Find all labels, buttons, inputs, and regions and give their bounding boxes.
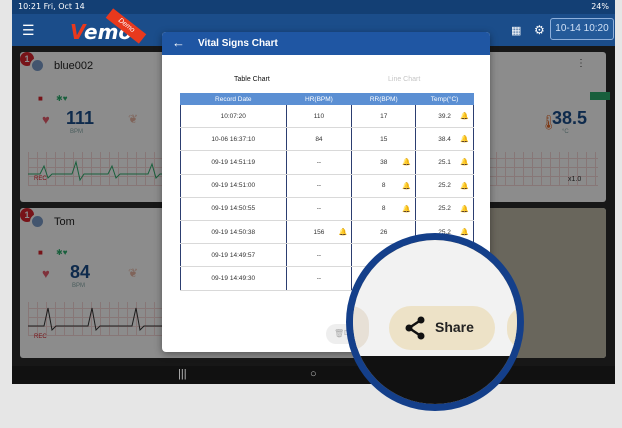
table-cell: 09-19 14:51:19 xyxy=(180,150,287,175)
cell-value: 09-19 14:49:30 xyxy=(211,274,256,282)
cell-value: 09-19 14:49:57 xyxy=(211,251,256,259)
table-cell: -- xyxy=(285,197,353,221)
share-label: Share xyxy=(435,319,474,335)
table-cell: 09-19 14:50:55 xyxy=(180,197,287,221)
table-cell: 156 🔔 xyxy=(285,220,353,245)
screenshot-canvas: 10:21 Fri, Oct 14 24% ☰ Vemo Demo ▦ ⚙ 10… xyxy=(0,0,622,428)
cell-value: 09-19 14:51:19 xyxy=(211,158,256,166)
datetime-badge: 10-14 10:20 xyxy=(550,18,614,40)
cell-value: -- xyxy=(316,251,322,259)
table-cell: -- xyxy=(285,266,353,291)
magnified-delete-button xyxy=(353,306,369,350)
status-battery: 24% xyxy=(591,2,609,11)
magnified-area: Share xyxy=(353,240,517,404)
column-header: RR(BPM) xyxy=(351,93,417,105)
table-cell: 09-19 14:50:38 xyxy=(180,220,287,245)
dialog-title: Vital Signs Chart xyxy=(198,38,278,49)
alarm-bell-icon: 🔔 xyxy=(402,182,412,190)
table-cell: 8 🔔 xyxy=(351,197,417,221)
cell-value: 26 xyxy=(380,228,388,236)
cell-value: 156 xyxy=(313,228,325,236)
table-cell: 09-19 14:51:00 xyxy=(180,174,287,198)
table-cell: 25.2 🔔 xyxy=(415,174,474,198)
cell-value: 09-19 14:50:38 xyxy=(211,228,256,236)
alarm-bell-icon: 🔔 xyxy=(460,205,469,213)
cell-value: -- xyxy=(316,274,322,282)
back-arrow-icon[interactable]: ← xyxy=(172,35,185,50)
table-cell: 38.4 🔔 xyxy=(415,127,474,152)
cell-value: 25.1 xyxy=(438,158,451,166)
table-row: 09-19 14:50:55 -- 8 🔔 25.2 🔔 xyxy=(180,197,474,221)
cell-value: -- xyxy=(316,182,322,190)
cell-value: 25.2 xyxy=(438,182,451,190)
table-cell: 8 🔔 xyxy=(351,174,417,198)
alarm-bell-icon: 🔔 xyxy=(460,182,469,190)
cell-value: 25.2 xyxy=(438,205,451,213)
column-header: Temp(°C) xyxy=(415,93,474,105)
table-cell: -- xyxy=(285,243,353,268)
table-row: 09-19 14:51:19 -- 38 🔔 25.1 🔔 xyxy=(180,150,474,175)
cell-value: 8 xyxy=(381,205,386,213)
share-icon xyxy=(405,316,425,340)
alarm-bell-icon: 🔔 xyxy=(460,159,469,167)
share-button[interactable]: Share xyxy=(389,306,495,350)
table-cell: 25.1 🔔 xyxy=(415,150,474,175)
cell-value: 10-06 16:37:10 xyxy=(211,135,256,143)
status-bar: 10:21 Fri, Oct 14 24% xyxy=(12,0,615,14)
table-header-row: Record Date HR(BPM) RR(BPM) Temp(°C) xyxy=(180,93,474,105)
table-cell: -- xyxy=(285,150,353,175)
home-icon[interactable]: ○ xyxy=(310,368,317,380)
table-cell: 39.2 🔔 xyxy=(415,104,474,129)
table-row: 09-19 14:51:00 -- 8 🔔 25.2 🔔 xyxy=(180,174,474,198)
table-cell: 10:07:20 xyxy=(180,104,287,129)
tablet-screen: 10:21 Fri, Oct 14 24% ☰ Vemo Demo ▦ ⚙ 10… xyxy=(12,0,615,384)
table-cell: 15 xyxy=(351,127,417,152)
table-cell: 25.2 🔔 xyxy=(415,197,474,221)
table-cell: 38 🔔 xyxy=(351,150,417,175)
alarm-bell-icon: 🔔 xyxy=(460,113,469,120)
cell-value: 110 xyxy=(313,112,325,120)
alarm-bell-icon: 🔔 xyxy=(338,228,348,236)
trash-icon: 🗑 xyxy=(334,329,345,338)
cell-value: 10:07:20 xyxy=(220,112,246,120)
cell-value: 17 xyxy=(380,112,388,120)
alarm-bell-icon: 🔔 xyxy=(402,159,412,167)
gear-icon[interactable]: ⚙ xyxy=(534,23,545,37)
cell-value: 84 xyxy=(315,135,323,143)
recent-apps-icon[interactable]: ||| xyxy=(178,368,187,380)
cell-value: 39.2 xyxy=(438,112,451,120)
table-row: 10:07:20 110 17 39.2 🔔 xyxy=(180,104,474,129)
dialog-header: ← Vital Signs Chart xyxy=(162,32,490,55)
alarm-bell-icon: 🔔 xyxy=(460,228,469,236)
cell-value: 38.4 xyxy=(438,135,451,143)
tab-line-chart[interactable]: Line Chart xyxy=(388,76,420,83)
status-time: 10:21 Fri, Oct 14 xyxy=(18,2,85,11)
cell-value: 15 xyxy=(380,135,388,143)
table-cell: -- xyxy=(285,174,353,198)
tab-table-chart[interactable]: Table Chart xyxy=(234,76,270,83)
cell-value: -- xyxy=(316,158,322,166)
menu-icon[interactable]: ☰ xyxy=(22,23,35,37)
cell-value: 8 xyxy=(381,182,386,190)
table-cell: 10-06 16:37:10 xyxy=(180,127,287,152)
table-row: 10-06 16:37:10 84 15 38.4 🔔 xyxy=(180,127,474,152)
magnifier-callout: Share xyxy=(346,233,524,411)
grid-view-icon[interactable]: ▦ xyxy=(511,24,521,37)
cell-value: 38 xyxy=(380,158,388,166)
cell-value: -- xyxy=(316,205,322,213)
cell-value: 09-19 14:50:55 xyxy=(211,205,256,213)
table-cell: 84 xyxy=(285,127,353,152)
alarm-bell-icon: 🔔 xyxy=(460,136,469,144)
android-nav-bar: ||| ○ xyxy=(12,366,615,384)
cell-value: 09-19 14:51:00 xyxy=(211,182,256,190)
magnified-dark-region xyxy=(353,356,517,404)
column-header: HR(BPM) xyxy=(285,93,353,105)
column-header: Record Date xyxy=(180,93,287,105)
alarm-bell-icon: 🔔 xyxy=(402,205,412,213)
table-cell: 17 xyxy=(351,104,417,129)
table-cell: 09-19 14:49:30 xyxy=(180,266,287,291)
table-cell: 110 xyxy=(285,104,353,129)
table-cell: 09-19 14:49:57 xyxy=(180,243,287,268)
